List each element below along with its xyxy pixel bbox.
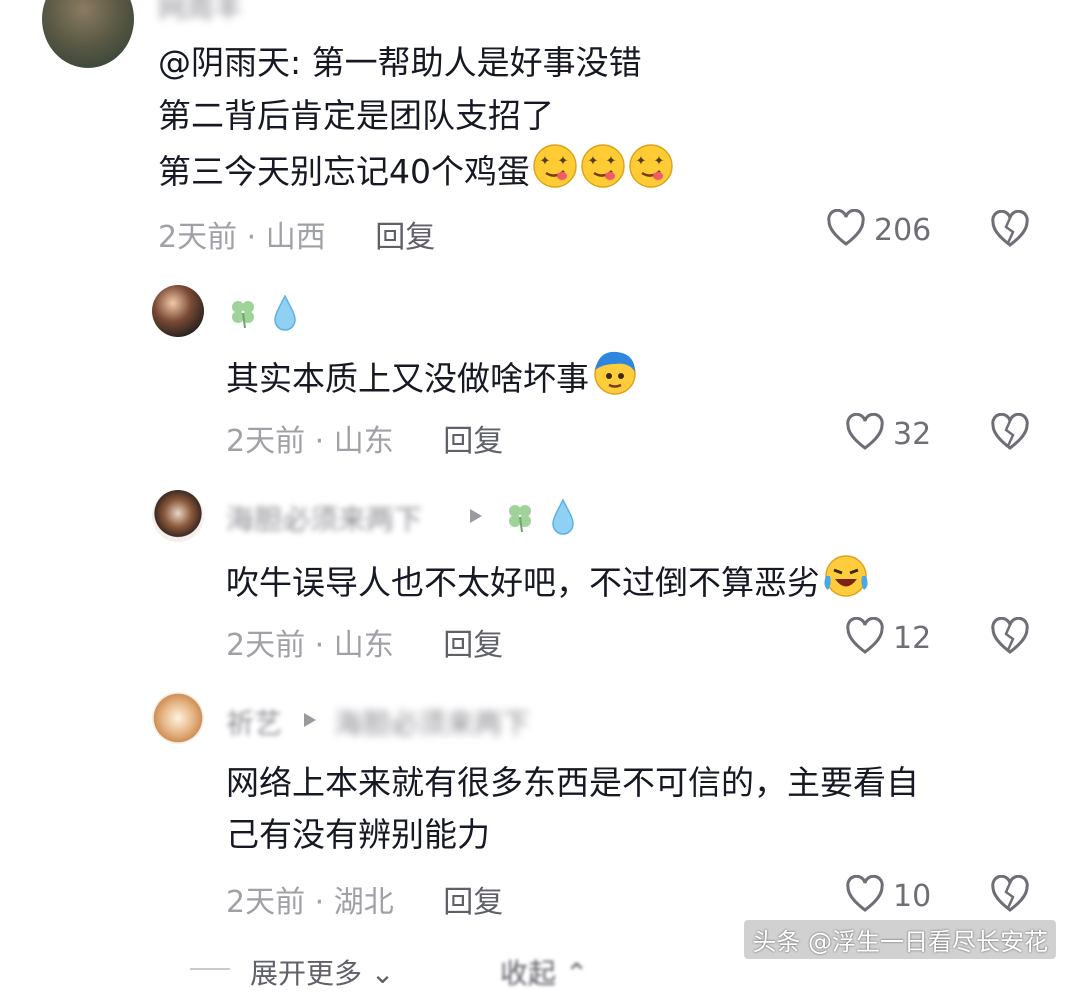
- reply-to-username[interactable]: 海胆必须来两下: [334, 707, 530, 740]
- collapse-button[interactable]: 收起 ⌃: [500, 952, 588, 992]
- reply-to-username-wrap: 海胆必须来两下: [334, 702, 530, 742]
- reply-meta: 2天前 · 湖北 回复: [226, 877, 503, 921]
- like-button[interactable]: 32: [845, 412, 931, 456]
- expand-more-label: 展开更多: [250, 957, 363, 990]
- like-button[interactable]: 206: [826, 208, 931, 252]
- reply-location: 山东: [333, 424, 394, 459]
- like-button[interactable]: 10: [845, 874, 931, 918]
- comment-meta: 2天前 · 山西 回复: [158, 212, 435, 256]
- broken-heart-icon: [990, 412, 1030, 455]
- heart-icon: [845, 412, 885, 455]
- star-eyes-tongue-emoji-icon: ✦ ✦: [580, 143, 626, 204]
- laughing-tears-emoji-icon: [822, 552, 870, 615]
- comment-text-line-3: 第三今天别忘记40个鸡蛋: [158, 152, 530, 191]
- like-count: 12: [893, 620, 932, 656]
- clover-icon: [503, 500, 537, 538]
- reply-button[interactable]: 回复: [375, 220, 435, 255]
- avatar[interactable]: [152, 490, 204, 542]
- droplet-icon: [270, 293, 300, 337]
- watermark: 头条 @浮生一日看尽长安花: [744, 920, 1056, 959]
- clover-icon: [226, 296, 260, 334]
- like-count: 10: [893, 878, 932, 914]
- meta-separator: ·: [314, 885, 334, 920]
- reply-username[interactable]: 祈艺: [226, 707, 282, 740]
- heart-icon: [826, 208, 866, 251]
- reply-username[interactable]: 海胆必须来两下: [226, 503, 422, 536]
- heart-icon: [845, 616, 885, 659]
- reply-time: 2天前: [226, 885, 306, 920]
- meta-separator: ·: [314, 424, 334, 459]
- expand-more-button[interactable]: 展开更多 ⌄: [250, 952, 394, 992]
- reply-username-wrap: 祈艺: [226, 702, 282, 742]
- meta-separator: ·: [246, 220, 266, 255]
- chevron-up-icon: ⌃: [556, 957, 589, 990]
- dislike-button[interactable]: [990, 209, 1030, 252]
- dislike-button[interactable]: [990, 616, 1030, 659]
- svg-text:✦: ✦: [654, 154, 665, 169]
- svg-text:✦: ✦: [588, 154, 599, 169]
- avatar[interactable]: [152, 285, 204, 337]
- reply-button[interactable]: 回复: [443, 885, 503, 920]
- reply-location: 湖北: [333, 885, 394, 920]
- reply-location: 山东: [333, 628, 394, 663]
- reply-text-line-1: 网络上本来就有很多东西是不可信的，主要看自: [226, 763, 919, 802]
- broken-heart-icon: [990, 209, 1030, 252]
- heart-icon: [845, 874, 885, 917]
- comment-time: 2天前: [158, 220, 238, 255]
- broken-heart-icon: [990, 874, 1030, 917]
- svg-text:✦: ✦: [540, 154, 551, 169]
- reply-button[interactable]: 回复: [443, 424, 503, 459]
- reply-meta: 2天前 · 山东 回复: [226, 620, 503, 664]
- reply-text-line-2: 己有没有辨别能力: [226, 815, 490, 854]
- star-eyes-tongue-emoji-icon: ✦ ✦: [628, 143, 674, 204]
- like-button[interactable]: 12: [845, 616, 931, 660]
- dislike-button[interactable]: [990, 412, 1030, 455]
- svg-text:✦: ✦: [558, 154, 569, 169]
- dislike-button[interactable]: [990, 874, 1030, 917]
- reply-text-wrap: 其实本质上又没做啥坏事: [226, 348, 639, 411]
- broken-heart-icon: [990, 616, 1030, 659]
- avatar[interactable]: [42, 0, 134, 68]
- reply-time: 2天前: [226, 424, 306, 459]
- divider-line: [190, 968, 230, 970]
- sweating-face-emoji-icon: [591, 348, 639, 411]
- like-count: 32: [893, 416, 932, 452]
- reply-text: 其实本质上又没做啥坏事: [226, 359, 589, 398]
- comment-text-line-3-wrap: 第三今天别忘记40个鸡蛋 ✦ ✦ ✦ ✦ ✦ ✦: [158, 143, 674, 204]
- reply-button[interactable]: 回复: [443, 628, 503, 663]
- reply-text: 吹牛误导人也不太好吧，不过倒不算恶劣: [226, 563, 820, 602]
- reply-meta: 2天前 · 山东 回复: [226, 416, 503, 460]
- reply-text-wrap: 吹牛误导人也不太好吧，不过倒不算恶劣: [226, 552, 870, 615]
- comment-text-line-2: 第二背后肯定是团队支招了: [158, 96, 554, 135]
- collapse-label: 收起: [500, 957, 557, 990]
- droplet-icon: [548, 497, 578, 541]
- reply-time: 2天前: [226, 628, 306, 663]
- play-arrow-icon: [300, 710, 320, 734]
- star-eyes-tongue-emoji-icon: ✦ ✦: [532, 143, 578, 204]
- comment-location: 山西: [265, 220, 326, 255]
- comment-text-line-1: @阴雨天: 第一帮助人是好事没错: [158, 43, 642, 82]
- like-count: 206: [874, 212, 932, 248]
- meta-separator: ·: [314, 628, 334, 663]
- svg-text:✦: ✦: [636, 154, 647, 169]
- play-arrow-icon: [466, 506, 486, 530]
- chevron-down-icon: ⌄: [362, 957, 395, 990]
- svg-text:✦: ✦: [606, 154, 617, 169]
- reply-username-wrap: 海胆必须来两下: [226, 498, 422, 538]
- comment-username[interactable]: 网周丰: [158, 0, 242, 26]
- avatar[interactable]: [152, 692, 204, 744]
